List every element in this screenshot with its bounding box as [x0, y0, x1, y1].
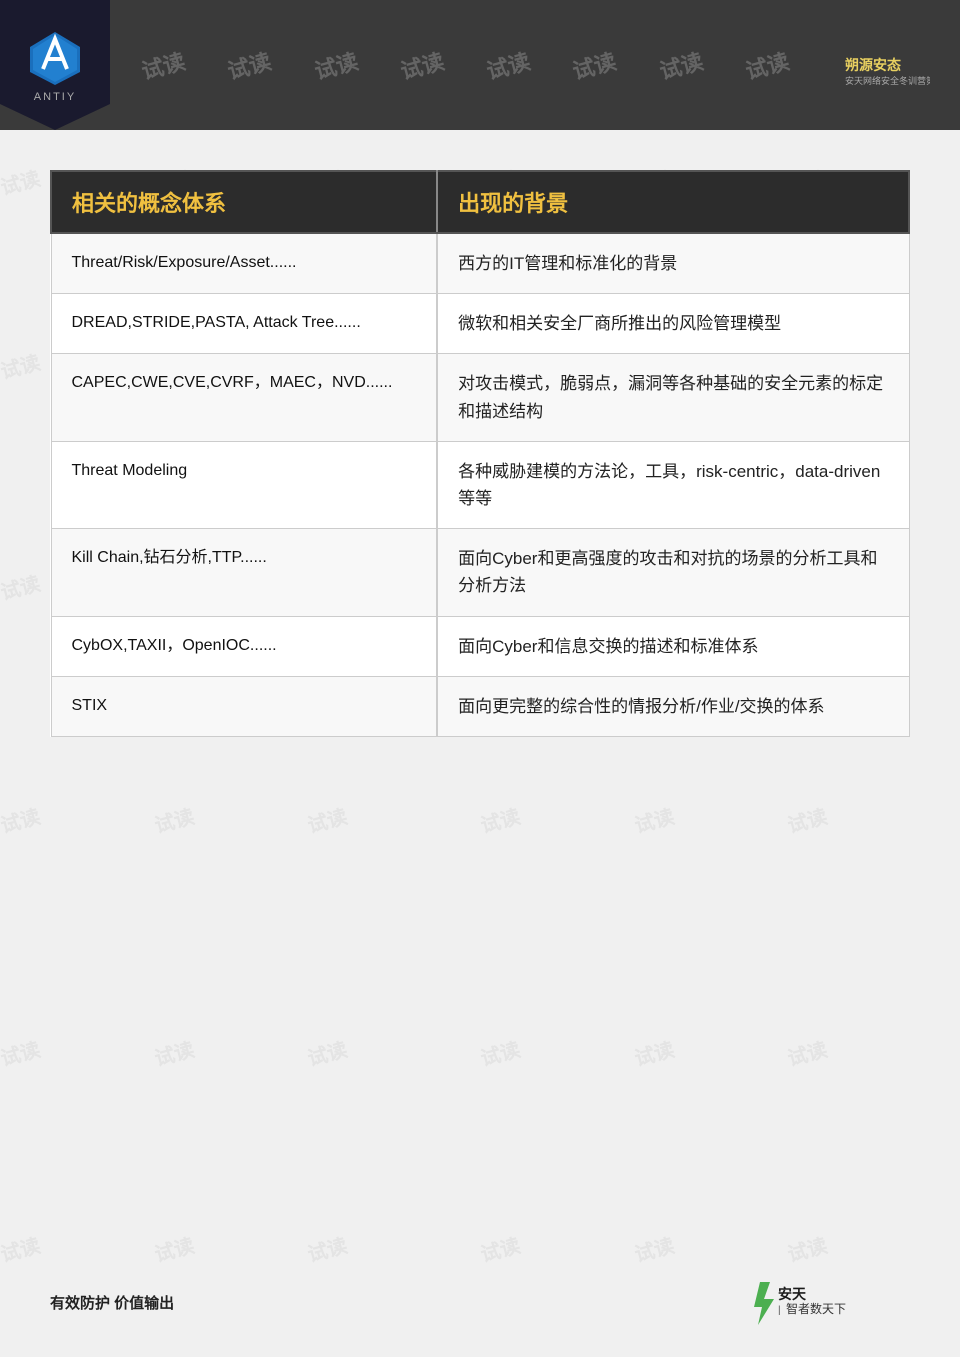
bwm-34: 试读: [631, 1230, 677, 1268]
logo-box: ANTIY: [0, 0, 110, 130]
table-cell-col1-0: Threat/Risk/Exposure/Asset......: [51, 233, 437, 294]
bwm-31: 试读: [151, 1230, 197, 1268]
col1-header: 相关的概念体系: [51, 171, 437, 233]
bwm-24: 试读: [0, 1033, 43, 1071]
table-row-2: CAPEC,CWE,CVE,CVRF，MAEC，NVD......对攻击模式，脆…: [51, 354, 909, 441]
bwm-18: 试读: [0, 800, 43, 838]
table-header-row: 相关的概念体系 出现的背景: [51, 171, 909, 233]
main-content: 相关的概念体系 出现的背景 Threat/Risk/Exposure/Asset…: [50, 170, 910, 737]
header: ANTIY 试读 试读 试读 试读 试读 试读 试读 试读 朔源安态 安天网络安…: [0, 0, 960, 130]
logo-text: ANTIY: [34, 91, 76, 103]
footer-right-logo: 安天 | 智者数天下: [750, 1277, 910, 1327]
table-cell-col2-3: 各种威胁建模的方法论，工具，risk-centric，data-driven等等: [437, 441, 909, 528]
table-cell-col1-2: CAPEC,CWE,CVE,CVRF，MAEC，NVD......: [51, 354, 437, 441]
header-wm-1: 试读: [138, 44, 189, 86]
header-wm-2: 试读: [224, 44, 275, 86]
bwm-6: 试读: [0, 346, 43, 384]
table-row-6: STIX面向更完整的综合性的情报分析/作业/交换的体系: [51, 676, 909, 736]
table-cell-col1-4: Kill Chain,钻石分析,TTP......: [51, 529, 437, 616]
header-wm-8: 试读: [741, 44, 792, 86]
header-wm-6: 试读: [569, 44, 620, 86]
bwm-23: 试读: [784, 800, 830, 838]
footer: 有效防护 价值输出 安天 | 智者数天下: [0, 1277, 960, 1327]
bwm-30: 试读: [0, 1230, 43, 1268]
header-wm-3: 试读: [310, 44, 361, 86]
svg-text:安天网络安全冬训营第四期: 安天网络安全冬训营第四期: [845, 75, 930, 86]
table-cell-col1-3: Threat Modeling: [51, 441, 437, 528]
bwm-26: 试读: [304, 1033, 350, 1071]
footer-left-text: 有效防护 价值输出: [50, 1292, 174, 1313]
header-wm-5: 试读: [483, 44, 534, 86]
table-row-1: DREAD,STRIDE,PASTA, Attack Tree......微软和…: [51, 294, 909, 354]
table-row-5: CybOX,TAXII，OpenIOC......面向Cyber和信息交换的描述…: [51, 616, 909, 676]
bwm-21: 试读: [477, 800, 523, 838]
table-cell-col2-6: 面向更完整的综合性的情报分析/作业/交换的体系: [437, 676, 909, 736]
bwm-27: 试读: [477, 1033, 523, 1071]
table-row-4: Kill Chain,钻石分析,TTP......面向Cyber和更高强度的攻击…: [51, 529, 909, 616]
col2-header: 出现的背景: [437, 171, 909, 233]
table-cell-col1-6: STIX: [51, 676, 437, 736]
bwm-22: 试读: [631, 800, 677, 838]
bwm-19: 试读: [151, 800, 197, 838]
bwm-20: 试读: [304, 800, 350, 838]
bwm-29: 试读: [784, 1033, 830, 1071]
bwm-0: 试读: [0, 162, 43, 200]
table-cell-col2-5: 面向Cyber和信息交换的描述和标准体系: [437, 616, 909, 676]
bwm-25: 试读: [151, 1033, 197, 1071]
table-cell-col2-2: 对攻击模式，脆弱点，漏洞等各种基础的安全元素的标定和描述结构: [437, 354, 909, 441]
bwm-28: 试读: [631, 1033, 677, 1071]
bwm-33: 试读: [477, 1230, 523, 1268]
table-cell-col1-1: DREAD,STRIDE,PASTA, Attack Tree......: [51, 294, 437, 354]
table-cell-col2-0: 西方的IT管理和标准化的背景: [437, 233, 909, 294]
header-watermarks: 试读 试读 试读 试读 试读 试读 试读 试读: [110, 49, 820, 81]
concept-table: 相关的概念体系 出现的背景 Threat/Risk/Exposure/Asset…: [50, 170, 910, 737]
table-cell-col1-5: CybOX,TAXII，OpenIOC......: [51, 616, 437, 676]
svg-text:朔源安态: 朔源安态: [845, 57, 901, 73]
table-cell-col2-1: 微软和相关安全厂商所推出的风险管理模型: [437, 294, 909, 354]
brand-logo-icon: 朔源安态 安天网络安全冬训营第四期: [840, 40, 930, 90]
footer-logo-svg: 安天 | 智者数天下: [750, 1277, 910, 1327]
header-wm-4: 试读: [396, 44, 447, 86]
table-row-0: Threat/Risk/Exposure/Asset......西方的IT管理和…: [51, 233, 909, 294]
svg-text:智者数天下: 智者数天下: [786, 1301, 846, 1316]
bwm-12: 试读: [0, 567, 43, 605]
svg-text:|: |: [778, 1305, 781, 1316]
svg-text:安天: 安天: [778, 1286, 807, 1302]
table-row-3: Threat Modeling各种威胁建模的方法论，工具，risk-centri…: [51, 441, 909, 528]
header-right-brand: 朔源安态 安天网络安全冬训营第四期: [820, 25, 950, 105]
header-wm-7: 试读: [655, 44, 706, 86]
bwm-32: 试读: [304, 1230, 350, 1268]
table-cell-col2-4: 面向Cyber和更高强度的攻击和对抗的场景的分析工具和分析方法: [437, 529, 909, 616]
antiy-logo-icon: [25, 27, 85, 87]
bwm-35: 试读: [784, 1230, 830, 1268]
